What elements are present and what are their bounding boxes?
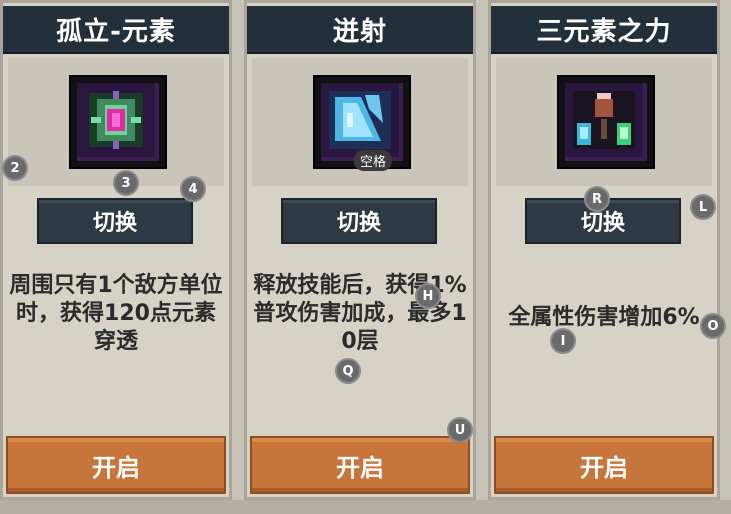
hotkey-hint-I: I xyxy=(550,328,576,354)
card-title: 三元素之力 xyxy=(491,6,717,54)
hotkey-hint-H: H xyxy=(415,283,441,309)
hotkey-hint-L: L xyxy=(690,194,716,220)
talent-card-3: 三元素之力 切换 全属性伤害增加6% 开启 xyxy=(488,0,720,500)
triple-element-icon xyxy=(557,75,655,169)
talent-selection-screen: 孤立-元素 切换 周围只有1个敌方单位时，获得120点元素穿透 开启 迸射 空格… xyxy=(0,0,731,514)
hotkey-hint-Q: Q xyxy=(335,358,361,384)
card-title: 孤立-元素 xyxy=(3,6,229,54)
hotkey-hint-R: R xyxy=(584,186,610,212)
switch-button[interactable]: 切换 xyxy=(281,198,437,244)
talent-description: 释放技能后，获得1%普攻伤害加成，最多10层 xyxy=(253,273,467,354)
talent-description: 全属性伤害增加6% xyxy=(508,305,700,330)
talent-card-2: 迸射 空格 切换 释放技能后，获得1%普攻伤害加成，最多10层 开启 xyxy=(244,0,476,500)
hotkey-hint-2: 2 xyxy=(2,155,28,181)
bottom-edge xyxy=(0,500,731,514)
talent-card-1: 孤立-元素 切换 周围只有1个敌方单位时，获得120点元素穿透 开启 xyxy=(0,0,232,500)
talent-description: 周围只有1个敌方单位时，获得120点元素穿透 xyxy=(9,273,223,354)
activate-button[interactable]: 开启 xyxy=(250,436,470,494)
activate-button[interactable]: 开启 xyxy=(6,436,226,494)
activate-button[interactable]: 开启 xyxy=(494,436,714,494)
hotkey-hint-U: U xyxy=(447,417,473,443)
hotkey-hint-4: 4 xyxy=(180,176,206,202)
switch-button[interactable]: 切换 xyxy=(37,198,193,244)
hotkey-hint-O: O xyxy=(700,313,726,339)
hotkey-hint-3: 3 xyxy=(113,170,139,196)
card-title: 迸射 xyxy=(247,6,473,54)
key-tag-space: 空格 xyxy=(354,150,393,171)
element-crystal-icon xyxy=(69,75,167,169)
